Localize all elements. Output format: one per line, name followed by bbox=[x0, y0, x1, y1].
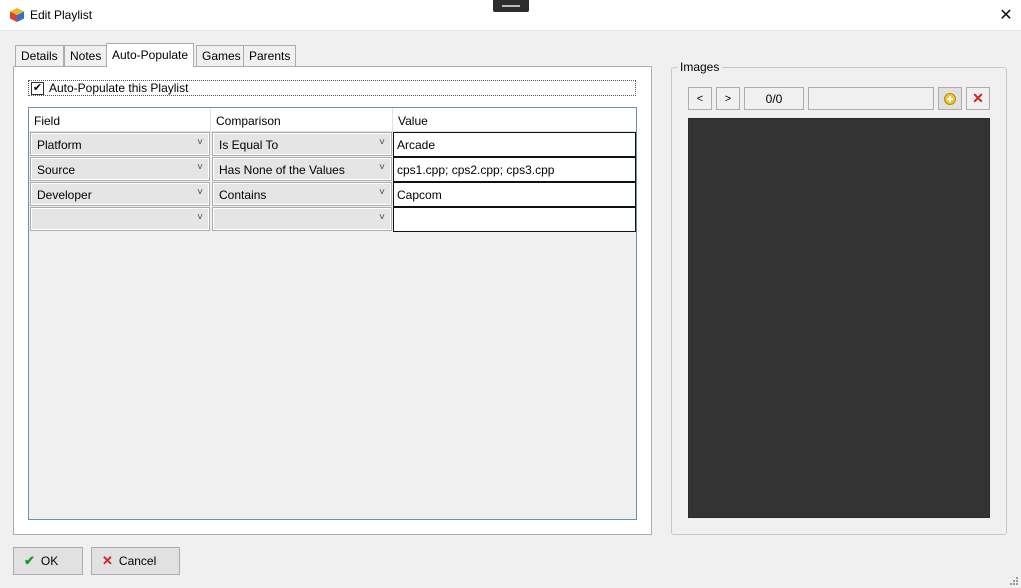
image-counter-text: 0/0 bbox=[765, 91, 783, 106]
chevron-down-icon: ˅ bbox=[379, 187, 385, 198]
auto-populate-label: Auto-Populate this Playlist bbox=[49, 81, 189, 95]
filter-row-new: ˅ ˅ bbox=[29, 207, 636, 232]
comparison-value: Contains bbox=[219, 188, 267, 202]
value-input[interactable]: Arcade bbox=[393, 132, 636, 157]
value-input[interactable]: Capcom bbox=[393, 182, 636, 207]
ok-label: OK bbox=[40, 554, 59, 568]
chevron-down-icon: ˅ bbox=[197, 212, 203, 223]
cancel-button[interactable]: ✕ Cancel bbox=[91, 547, 180, 575]
close-icon: ✕ bbox=[999, 7, 1013, 24]
chevron-down-icon: ˅ bbox=[379, 137, 385, 148]
column-header-comparison[interactable]: Comparison bbox=[211, 108, 393, 132]
plus-icon bbox=[944, 92, 956, 105]
window-title: Edit Playlist bbox=[30, 8, 93, 22]
field-value: Source bbox=[37, 163, 76, 177]
tab-label: Details bbox=[21, 49, 58, 63]
delete-icon: ✕ bbox=[972, 90, 984, 106]
value-input[interactable] bbox=[393, 207, 636, 232]
comparison-dropdown[interactable]: Contains ˅ bbox=[212, 182, 392, 206]
comparison-value: Is Equal To bbox=[219, 138, 279, 152]
chevron-down-icon: ˅ bbox=[197, 187, 203, 198]
tab-games[interactable]: Games bbox=[196, 45, 247, 66]
chevron-down-icon: ˅ bbox=[379, 212, 385, 223]
image-preview[interactable] bbox=[688, 118, 990, 518]
field-dropdown[interactable]: ˅ bbox=[30, 207, 210, 231]
ok-button[interactable]: ✔ OK bbox=[13, 547, 83, 575]
comparison-value: Has None of the Values bbox=[219, 163, 345, 177]
chevron-down-icon: ˅ bbox=[379, 162, 385, 173]
filter-row: Platform ˅ Is Equal To ˅ Arcade bbox=[29, 132, 636, 157]
previous-image-button[interactable]: < bbox=[688, 87, 712, 110]
field-value: Developer bbox=[37, 188, 92, 202]
field-dropdown[interactable]: Developer ˅ bbox=[30, 182, 210, 206]
comparison-dropdown[interactable]: Has None of the Values ˅ bbox=[212, 157, 392, 181]
comparison-dropdown[interactable]: ˅ bbox=[212, 207, 392, 231]
check-icon: ✔ bbox=[32, 81, 43, 94]
field-dropdown[interactable]: Source ˅ bbox=[30, 157, 210, 181]
image-type-field[interactable] bbox=[808, 87, 934, 110]
auto-populate-checkbox-row[interactable]: ✔ Auto-Populate this Playlist bbox=[28, 80, 636, 96]
delete-image-button[interactable]: ✕ bbox=[966, 87, 990, 110]
app-cube-icon bbox=[10, 8, 24, 22]
tab-label: Notes bbox=[70, 49, 102, 63]
field-value: Platform bbox=[37, 138, 82, 152]
comparison-dropdown[interactable]: Is Equal To ˅ bbox=[212, 132, 392, 156]
field-dropdown[interactable]: Platform ˅ bbox=[30, 132, 210, 156]
next-image-button[interactable]: > bbox=[716, 87, 740, 110]
tab-parents[interactable]: Parents bbox=[243, 45, 297, 66]
tab-label: Parents bbox=[249, 49, 291, 63]
close-window-button[interactable]: ✕ bbox=[991, 0, 1021, 30]
previous-label: < bbox=[696, 92, 704, 105]
filter-row: Developer ˅ Contains ˅ Capcom bbox=[29, 182, 636, 207]
tab-details[interactable]: Details bbox=[15, 45, 64, 66]
image-counter: 0/0 bbox=[744, 87, 804, 110]
tab-auto-populate[interactable]: Auto-Populate bbox=[106, 43, 195, 67]
tab-notes[interactable]: Notes bbox=[64, 45, 108, 66]
filter-row: Source ˅ Has None of the Values ˅ cps1.c… bbox=[29, 157, 636, 182]
filter-grid: Field Comparison Value Platform ˅ Is Equ… bbox=[28, 107, 637, 520]
images-legend: Images bbox=[677, 60, 723, 74]
column-header-value[interactable]: Value bbox=[393, 108, 636, 132]
grid-header: Field Comparison Value bbox=[29, 108, 636, 132]
checkmark-icon: ✔ bbox=[24, 553, 35, 568]
cancel-icon: ✕ bbox=[102, 553, 113, 568]
resize-grip-icon[interactable] bbox=[1009, 576, 1019, 586]
tab-label: Auto-Populate bbox=[112, 48, 189, 62]
value-input[interactable]: cps1.cpp; cps2.cpp; cps3.cpp bbox=[393, 157, 636, 182]
add-image-button[interactable] bbox=[938, 87, 962, 110]
chevron-down-icon: ˅ bbox=[197, 162, 203, 173]
auto-populate-checkbox[interactable]: ✔ bbox=[31, 81, 44, 95]
chevron-down-icon: ˅ bbox=[197, 137, 203, 148]
column-header-field[interactable]: Field bbox=[29, 108, 211, 132]
next-label: > bbox=[724, 92, 732, 105]
cancel-label: Cancel bbox=[118, 554, 157, 568]
tab-label: Games bbox=[202, 49, 241, 63]
window-drag-handle[interactable] bbox=[493, 0, 529, 12]
